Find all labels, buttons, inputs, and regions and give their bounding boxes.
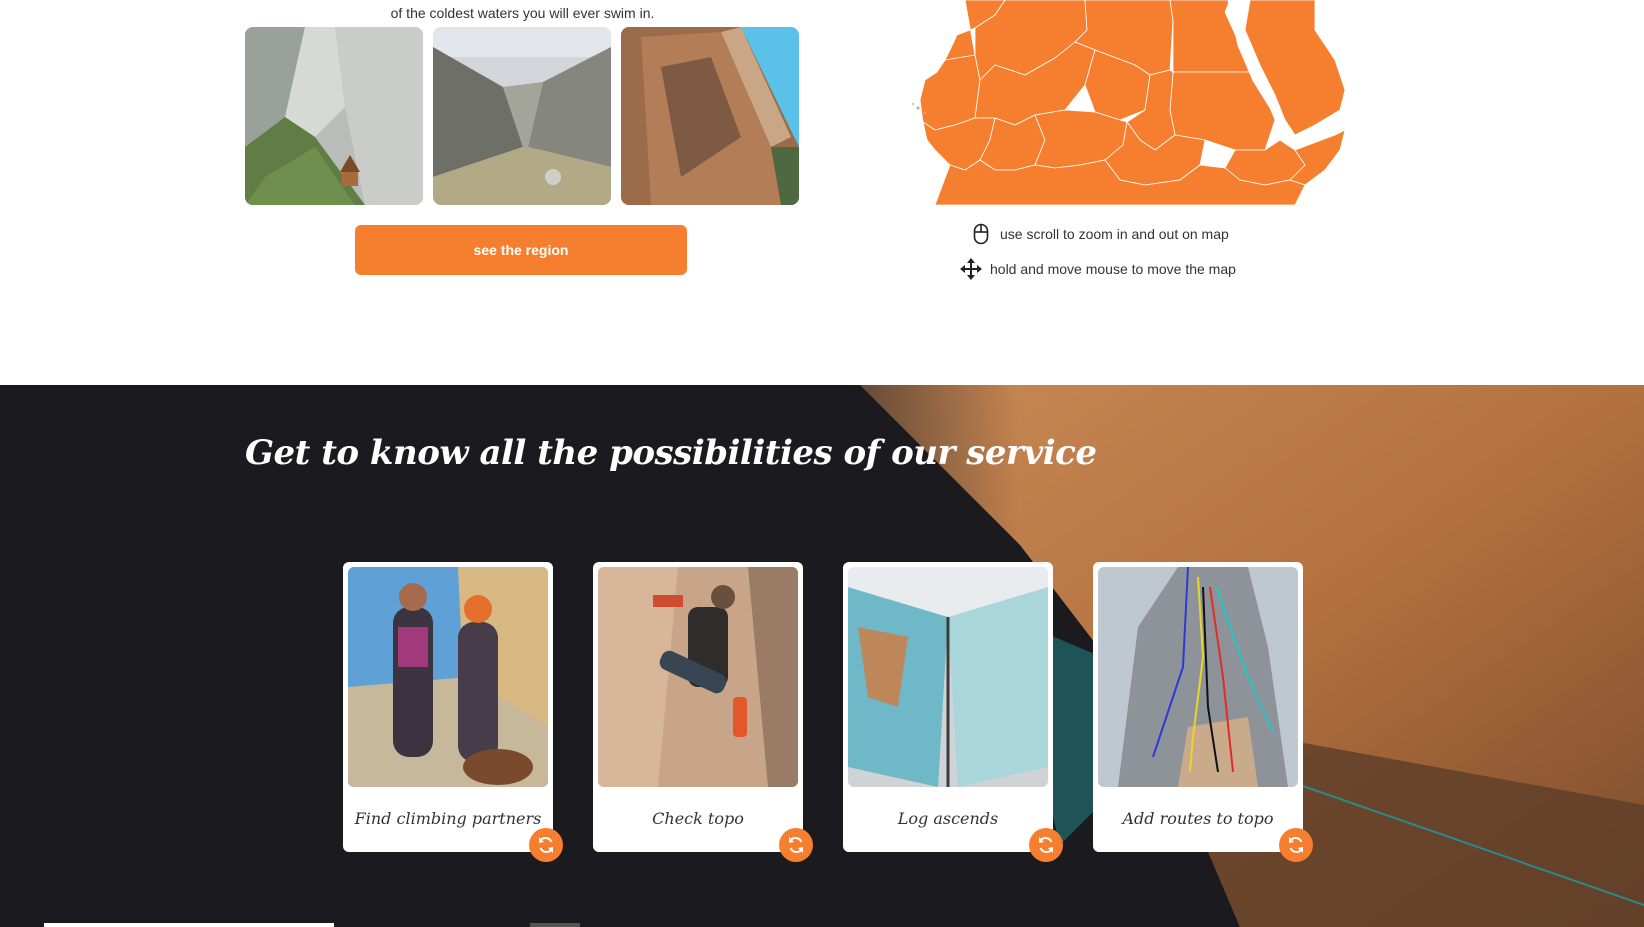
- service-card-log-ascends[interactable]: Log ascends: [843, 562, 1063, 862]
- refresh-icon[interactable]: [529, 828, 563, 862]
- move-hint-text: hold and move mouse to move the map: [990, 261, 1236, 277]
- see-region-button[interactable]: see the region: [355, 225, 687, 275]
- mouse-icon: [970, 223, 992, 245]
- service-card-label: Add routes to topo: [1122, 809, 1274, 828]
- service-card-label: Find climbing partners: [354, 809, 542, 828]
- climber-drilling-photo: [598, 567, 798, 787]
- zoom-hint: use scroll to zoom in and out on map: [970, 222, 1236, 246]
- africa-map[interactable]: [895, 0, 1405, 205]
- orange-cliff-photo[interactable]: [621, 27, 799, 205]
- service-card-label: Check topo: [652, 809, 744, 828]
- two-climbers-photo: [348, 567, 548, 787]
- services-section: Get to know all the possibilities of our…: [0, 385, 1644, 927]
- canyon-with-hut-photo[interactable]: [245, 27, 423, 205]
- region-section: of the coldest waters you will ever swim…: [0, 0, 1644, 385]
- services-title: Get to know all the possibilities of our…: [245, 433, 1097, 473]
- region-caption: of the coldest waters you will ever swim…: [390, 5, 655, 21]
- service-card-find-partners[interactable]: Find climbing partners: [343, 562, 563, 862]
- map-hints: use scroll to zoom in and out on map hol…: [960, 222, 1236, 292]
- rocky-valley-photo[interactable]: [433, 27, 611, 205]
- region-gallery: [245, 27, 799, 205]
- service-card-check-topo[interactable]: Check topo: [593, 562, 813, 862]
- zoom-hint-text: use scroll to zoom in and out on map: [1000, 226, 1229, 242]
- service-cards: Find climbing partners Check topo Log as…: [343, 562, 1313, 862]
- move-arrows-icon: [960, 258, 982, 280]
- service-card-add-routes[interactable]: Add routes to topo: [1093, 562, 1313, 862]
- refresh-icon[interactable]: [1279, 828, 1313, 862]
- refresh-icon[interactable]: [1029, 828, 1063, 862]
- service-card-label: Log ascends: [897, 809, 999, 828]
- move-hint: hold and move mouse to move the map: [960, 257, 1236, 281]
- topo-routes-photo: [1098, 567, 1298, 787]
- refresh-icon[interactable]: [779, 828, 813, 862]
- open-atlas-photo: [848, 567, 1048, 787]
- section-tab-indicator[interactable]: [530, 923, 580, 927]
- section-tab-indicator-active[interactable]: [44, 923, 334, 927]
